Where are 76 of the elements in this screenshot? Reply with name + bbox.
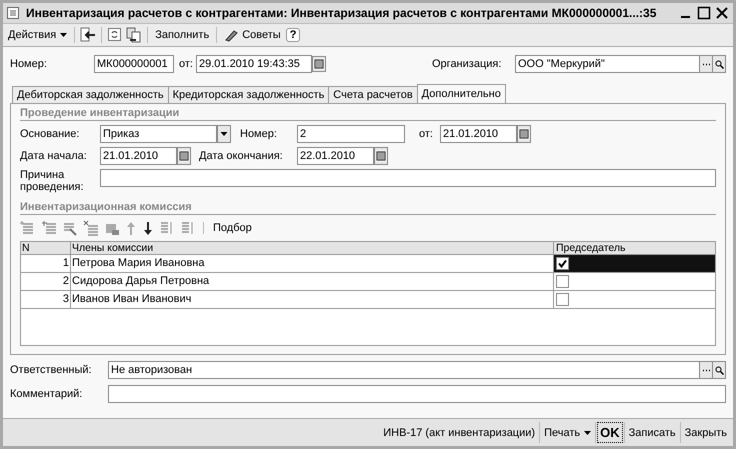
select-button[interactable] xyxy=(700,55,713,73)
end-date-field[interactable]: 22.01.2010 xyxy=(297,147,374,165)
ellipsis-icon xyxy=(702,368,710,372)
number-label: Номер: xyxy=(240,128,278,140)
tab[interactable]: Дебиторская задолженность xyxy=(12,86,168,103)
tab[interactable]: Кредиторская задолженность xyxy=(168,86,328,103)
tab[interactable]: Дополнительно xyxy=(416,84,506,103)
tips-button[interactable]: Советы xyxy=(222,27,283,43)
chairman-cell[interactable] xyxy=(554,255,715,272)
date-label: от: xyxy=(419,128,434,140)
pen-icon xyxy=(224,28,238,42)
search-icon xyxy=(714,366,724,374)
document-arrow-icon[interactable] xyxy=(80,27,96,43)
row-number: 2 xyxy=(21,273,71,290)
pick-button[interactable]: Подбор xyxy=(211,221,254,235)
help-button[interactable]: ? xyxy=(286,28,300,42)
search-icon xyxy=(714,60,724,68)
row-number: 3 xyxy=(21,291,71,308)
column-header[interactable]: Члены комиссии xyxy=(71,242,554,254)
section-title: Инвентаризационная комиссия xyxy=(20,201,192,213)
tab[interactable]: Счета расчетов xyxy=(328,86,417,103)
add-row-icon[interactable] xyxy=(20,220,36,236)
reason-field[interactable] xyxy=(100,169,716,187)
checkbox[interactable] xyxy=(556,293,569,306)
calendar-icon[interactable] xyxy=(312,56,326,72)
comment-field[interactable] xyxy=(108,385,726,403)
calendar-icon[interactable] xyxy=(374,147,388,165)
responsible-label: Ответственный: xyxy=(10,364,93,376)
date-field[interactable]: 29.01.2010 19:43:35 xyxy=(196,55,312,73)
start-date-field[interactable]: 21.01.2010 xyxy=(100,147,177,165)
maximize-button[interactable] xyxy=(697,6,711,20)
calendar-icon[interactable] xyxy=(517,125,531,143)
responsible-field[interactable]: Не авторизован xyxy=(108,361,700,379)
organization-label: Организация: xyxy=(432,58,502,70)
checkbox[interactable] xyxy=(556,275,569,288)
select-button[interactable] xyxy=(700,361,713,379)
number-field[interactable]: МК000000001 xyxy=(94,55,174,73)
window-title: Инвентаризация расчетов с контрагентами: Инвентаризация расчетов с контрагентами МК000000001...:35 xyxy=(26,6,658,20)
end-date-label: Дата окончания: xyxy=(199,150,284,162)
caret-icon xyxy=(584,430,592,434)
comment-label: Комментарий: xyxy=(10,388,84,400)
down-arrow-icon[interactable] xyxy=(142,220,154,236)
ellipsis-icon xyxy=(702,62,710,66)
organization-field[interactable]: ООО "Меркурий" xyxy=(515,55,700,73)
order-date-field[interactable]: 21.01.2010 xyxy=(440,125,517,143)
row-number: 1 xyxy=(21,255,71,272)
order-number-field[interactable]: 2 xyxy=(297,125,405,143)
section-title: Проведение инвентаризации xyxy=(20,107,180,119)
member-name-cell: Сидорова Дарья Петровна xyxy=(71,273,554,290)
close-button[interactable] xyxy=(715,6,729,20)
number-label: Номер: xyxy=(10,58,48,70)
footer-button[interactable]: ИНВ-17 (акт инвентаризации) xyxy=(381,424,538,440)
actions-menu-button[interactable]: Действия xyxy=(6,28,70,42)
search-button[interactable] xyxy=(713,55,726,73)
form-icon xyxy=(7,7,19,19)
caret-icon xyxy=(60,33,68,37)
refresh-icon[interactable] xyxy=(107,27,124,43)
ok-button[interactable]: OK xyxy=(598,423,622,442)
search-button[interactable] xyxy=(713,361,726,379)
basis-dropdown[interactable]: Приказ xyxy=(100,125,217,143)
calendar-icon[interactable] xyxy=(177,147,191,165)
start-date-label: Дата начала: xyxy=(20,150,88,162)
footer-button[interactable]: Записать xyxy=(626,424,678,440)
column-header[interactable]: N xyxy=(21,242,71,254)
edit-row-icon[interactable] xyxy=(62,220,78,236)
fill-button[interactable]: Заполнить xyxy=(153,28,212,42)
basis-label: Основание: xyxy=(20,128,80,140)
date-label: от: xyxy=(179,58,193,70)
reason-label: Причина проведения: xyxy=(20,169,85,193)
insert-row-icon[interactable] xyxy=(41,220,57,236)
member-name-cell: Иванов Иван Иванович xyxy=(71,291,554,308)
footer-button[interactable]: Закрыть xyxy=(682,424,729,440)
column-header[interactable]: Председатель xyxy=(554,242,715,254)
print-menu-button[interactable]: Печать xyxy=(542,424,594,440)
checkbox[interactable] xyxy=(556,257,569,270)
delete-row-icon[interactable] xyxy=(83,220,99,236)
